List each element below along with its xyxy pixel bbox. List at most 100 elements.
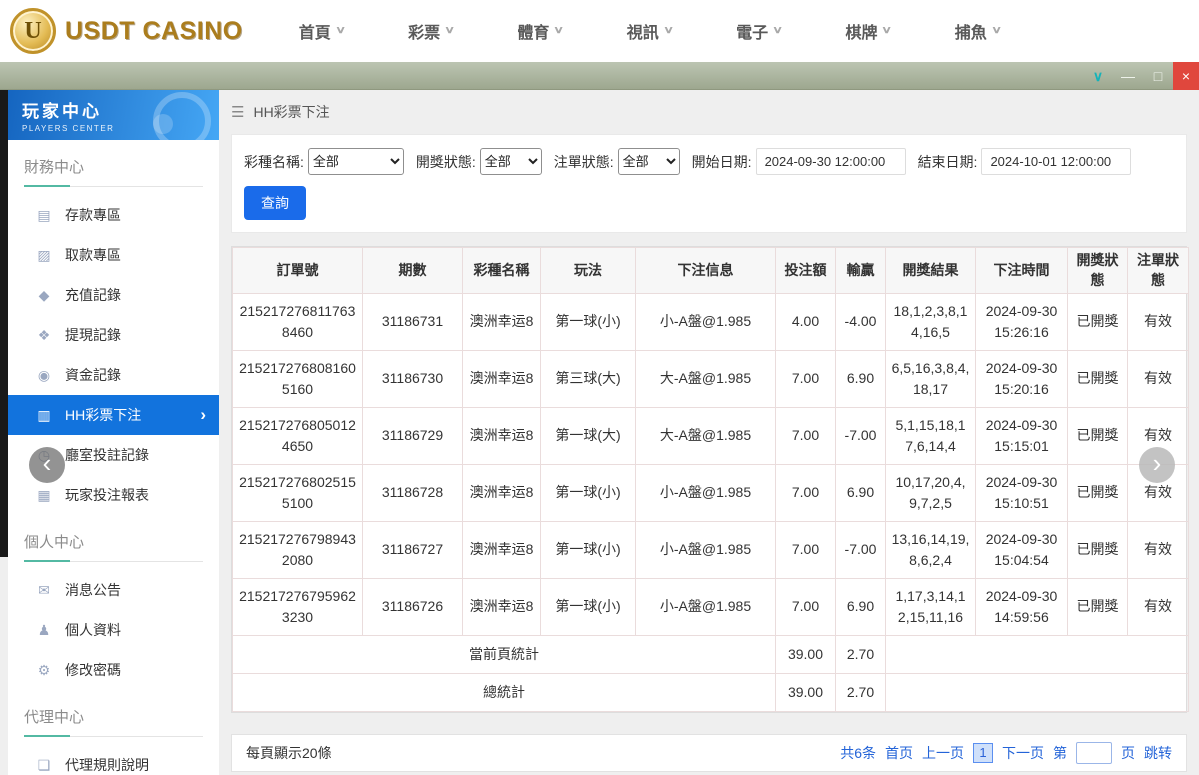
window-maximize-button[interactable]: □ xyxy=(1143,62,1173,90)
table-cell: 31186729 xyxy=(362,406,463,465)
jump-button[interactable]: 跳转 xyxy=(1144,743,1172,763)
sidebar-item-label: 代理規則說明 xyxy=(65,757,149,773)
filter-panel: 彩種名稱: 全部 開獎狀態: 全部 注單狀態: 全部 開始日期: 結束日期: 查… xyxy=(231,134,1187,233)
sidebar-item-label: 資金記錄 xyxy=(65,367,121,383)
nav-item-slots[interactable]: 電子 ∨ xyxy=(736,19,784,43)
profile-icon: ♟ xyxy=(37,621,51,638)
pagination-bar: 每頁顯示20條 共6条 首页 上一页 1 下一页 第 页 跳转 xyxy=(231,733,1187,772)
sidebar-item-withdraw[interactable]: ▨ 取款專區 xyxy=(8,235,219,275)
page-title: HH彩票下注 xyxy=(253,104,330,120)
table-cell: 6.90 xyxy=(835,463,886,522)
nav-item-sports[interactable]: 體育 ∨ xyxy=(517,19,565,43)
lottery-bet-icon: ▥ xyxy=(37,406,51,423)
prev-page-link[interactable]: 上一页 xyxy=(922,743,964,763)
window-minimize-button[interactable]: — xyxy=(1113,62,1143,90)
nav-item-live-video[interactable]: 視訊 ∨ xyxy=(627,19,674,43)
table-cell: 第一球(小) xyxy=(540,577,636,636)
summary-empty-cell xyxy=(885,634,1189,674)
nav-item-board-games[interactable]: 棋牌 ∨ xyxy=(845,19,893,43)
column-header: 注單狀態 xyxy=(1127,247,1189,294)
table-cell: 有效 xyxy=(1127,292,1189,351)
top-navbar: U USDT CASINO 首頁 ∨ 彩票 ∨ 體育 ∨ 視訊 ∨ 電子 ∨ 棋牌 ∨ 捕魚 ∨ xyxy=(0,0,1199,62)
sidebar-item-label: 取款專區 xyxy=(65,247,121,263)
table-cell: 5,1,15,18,17,6,14,4 xyxy=(885,406,976,465)
sidebar-item-funds-record[interactable]: ◉ 資金記錄 xyxy=(8,355,219,395)
table-cell: 小-A盤@1.985 xyxy=(635,463,776,522)
table-cell: 31186728 xyxy=(362,463,463,522)
cashout-record-icon: ❖ xyxy=(37,326,51,343)
start-date-input[interactable] xyxy=(755,148,906,175)
sidebar-item-deposit[interactable]: ▤ 存款專區 xyxy=(8,195,219,235)
carousel-next-button[interactable]: › xyxy=(1139,447,1175,483)
column-header: 彩種名稱 xyxy=(462,247,541,294)
table-cell: 大-A盤@1.985 xyxy=(635,349,776,408)
table-cell: 第一球(小) xyxy=(540,292,636,351)
sidebar-item-profile[interactable]: ♟ 個人資料 xyxy=(8,610,219,650)
nav-item-label: 體育 xyxy=(517,25,550,42)
draw-status-select[interactable]: 全部 xyxy=(479,148,542,175)
table-cell: 第一球(大) xyxy=(540,406,636,465)
table-cell: 已開獎 xyxy=(1067,463,1128,522)
page-jump-input[interactable] xyxy=(1076,741,1112,764)
nav-item-label: 捕魚 xyxy=(954,25,987,42)
logo-text: USDT CASINO xyxy=(65,16,243,45)
chevron-down-icon: ∨ xyxy=(881,25,893,36)
breadcrumb: ☰ HH彩票下注 xyxy=(231,90,1187,134)
table-cell: 2024-09-30 15:20:16 xyxy=(975,349,1068,408)
table-cell: 1,17,3,14,12,15,11,16 xyxy=(885,577,976,636)
table-cell: 2024-09-30 15:26:16 xyxy=(975,292,1068,351)
sidebar-item-agent-rules[interactable]: ❏ 代理規則說明 xyxy=(8,745,219,775)
table-cell: 澳洲幸运8 xyxy=(462,520,541,579)
table-cell: 31186726 xyxy=(362,577,463,636)
bets-table: 訂單號 期數 彩種名稱 玩法 下注信息 投注額 輸贏 開獎結果 下注時間 開獎狀態 注單狀態 215… xyxy=(232,247,1189,712)
carousel-prev-button[interactable]: ‹ xyxy=(29,447,65,483)
sidebar-item-lottery-bet[interactable]: ▥ HH彩票下注 › xyxy=(8,395,219,435)
table-row: 2152172768117638460 31186731 澳洲幸运8 第一球(小) 小-… xyxy=(232,292,1189,351)
order-status-select[interactable]: 全部 xyxy=(617,148,680,175)
sidebar-item-label: 廳室投註記錄 xyxy=(65,447,149,463)
lottery-type-select[interactable]: 全部 xyxy=(307,148,404,175)
end-date-input[interactable] xyxy=(981,148,1132,175)
table-cell: 18,1,2,3,8,14,16,5 xyxy=(885,292,976,351)
table-body: 2152172768117638460 31186731 澳洲幸运8 第一球(小) 小-… xyxy=(232,292,1189,712)
table-cell: 澳洲幸运8 xyxy=(462,292,541,351)
window-close-button[interactable]: × xyxy=(1173,61,1199,90)
menu-toggle-icon[interactable]: ☰ xyxy=(231,103,244,121)
lottery-type-label: 彩種名稱: xyxy=(244,153,304,170)
sidebar-item-notice[interactable]: ✉ 消息公告 xyxy=(8,570,219,610)
chevron-down-icon: ∨ xyxy=(772,25,784,36)
sidebar-item-password[interactable]: ⚙ 修改密碼 xyxy=(8,650,219,690)
column-header: 玩法 xyxy=(540,247,636,294)
search-button[interactable]: 查詢 xyxy=(244,186,306,220)
sidebar-item-label: 修改密碼 xyxy=(65,662,121,678)
sidebar-item-label: HH彩票下注 xyxy=(65,407,142,423)
table-cell: 2152172768117638460 xyxy=(232,292,363,351)
current-page-indicator[interactable]: 1 xyxy=(973,742,993,763)
nav-item-home[interactable]: 首頁 ∨ xyxy=(299,19,346,43)
logo[interactable]: U USDT CASINO xyxy=(0,8,243,54)
sidebar-item-cashout-record[interactable]: ❖ 提現記錄 xyxy=(8,315,219,355)
nav-item-lottery[interactable]: 彩票 ∨ xyxy=(408,19,455,43)
password-icon: ⚙ xyxy=(37,661,51,678)
sidebar-item-label: 提現記錄 xyxy=(65,327,121,343)
sidebar-item-recharge-record[interactable]: ◆ 充值記錄 xyxy=(8,275,219,315)
logo-icon: U xyxy=(10,8,56,54)
table-cell: 6.90 xyxy=(835,577,886,636)
table-cell: 2024-09-30 15:10:51 xyxy=(975,463,1068,522)
window-collapse-button[interactable]: ∨ xyxy=(1083,62,1113,90)
column-header: 開獎結果 xyxy=(885,247,976,294)
withdraw-icon: ▨ xyxy=(37,246,51,263)
table-row: 2152172768050124650 31186729 澳洲幸运8 第一球(大) 大-… xyxy=(232,406,1189,465)
sidebar: 玩家中心 PLAYERS CENTER 財務中心 ▤ 存款專區 ▨ 取款專區 ◆ 充值記錄 ❖… xyxy=(8,90,219,775)
first-page-link[interactable]: 首页 xyxy=(885,743,913,763)
nav-item-fishing[interactable]: 捕魚 ∨ xyxy=(954,19,1002,43)
chevron-down-icon: ∨ xyxy=(990,25,1002,36)
table-cell: 2152172767959623230 xyxy=(232,577,363,636)
next-page-link[interactable]: 下一页 xyxy=(1002,743,1044,763)
table-cell: 澳洲幸运8 xyxy=(462,463,541,522)
table-cell: -7.00 xyxy=(835,406,886,465)
chevron-down-icon: ∨ xyxy=(553,25,565,36)
table-cell: 已開獎 xyxy=(1067,406,1128,465)
table-row: 2152172768025155100 31186728 澳洲幸运8 第一球(小) 小-… xyxy=(232,463,1189,522)
table-cell: 2152172768025155100 xyxy=(232,463,363,522)
